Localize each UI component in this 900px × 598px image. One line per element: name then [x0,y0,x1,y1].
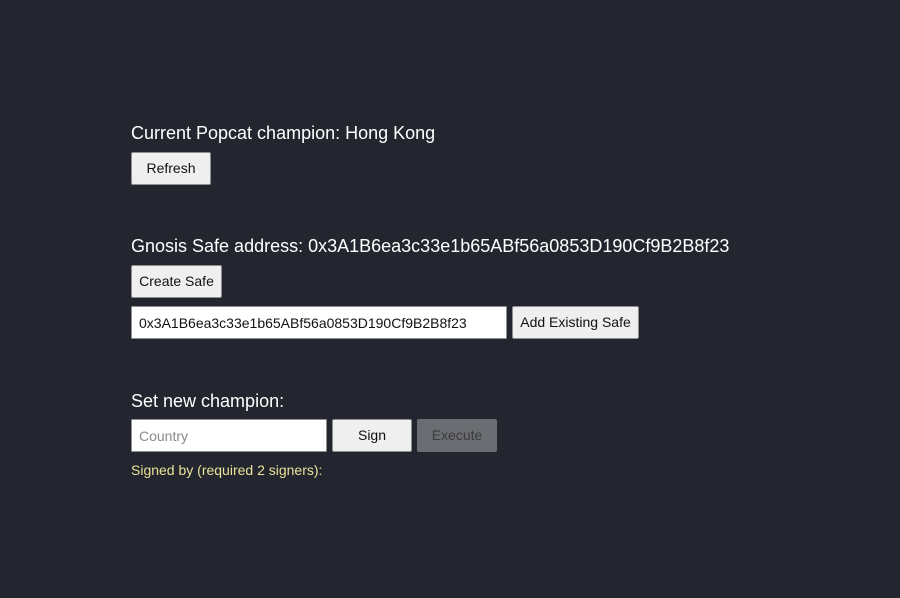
add-existing-safe-button[interactable]: Add Existing Safe [512,306,639,339]
current-champion-text: Current Popcat champion: Hong Kong [131,123,436,143]
create-safe-button[interactable]: Create Safe [131,265,222,298]
safe-address-input[interactable] [131,306,507,339]
sign-button[interactable]: Sign [332,419,412,452]
signers-status-text: Signed by (required 2 signers): [131,462,323,478]
country-input[interactable] [131,419,327,452]
execute-button: Execute [417,419,497,452]
set-champion-label: Set new champion: [131,391,285,411]
safe-address-text: Gnosis Safe address: 0x3A1B6ea3c33e1b65A… [131,236,730,256]
app-page: Current Popcat champion: Hong Kong Refre… [0,0,900,598]
refresh-button[interactable]: Refresh [131,152,211,185]
